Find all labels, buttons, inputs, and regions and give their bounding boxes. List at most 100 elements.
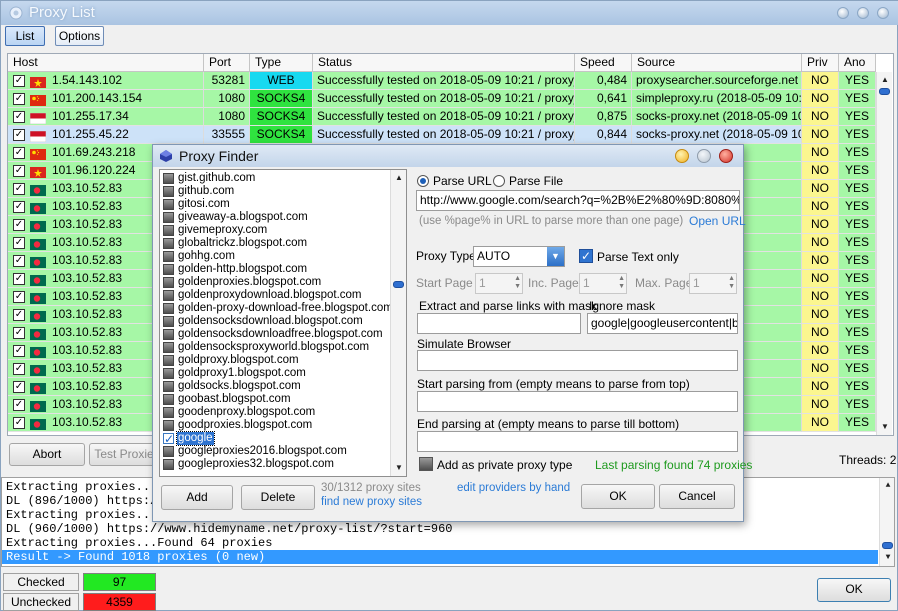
provider-checkbox[interactable] xyxy=(163,264,174,275)
provider-item[interactable]: goldproxy.blogspot.com xyxy=(160,354,392,367)
row-checkbox[interactable]: ✓ xyxy=(13,309,25,321)
tab-options[interactable]: Options xyxy=(55,26,104,46)
provider-item[interactable]: giveaway-a.blogspot.com xyxy=(160,211,392,224)
provider-item[interactable]: goldenproxydownload.blogspot.com xyxy=(160,289,392,302)
row-checkbox[interactable]: ✓ xyxy=(13,255,25,267)
row-checkbox[interactable]: ✓ xyxy=(13,291,25,303)
provider-checkbox[interactable] xyxy=(163,199,174,210)
column-speed[interactable]: Speed xyxy=(575,54,632,72)
spinner-arrows-icon[interactable]: ▲ ▼ xyxy=(618,275,625,291)
row-checkbox[interactable]: ✓ xyxy=(13,165,25,177)
provider-item[interactable]: googleproxies32.blogspot.com xyxy=(160,458,392,471)
row-checkbox[interactable]: ✓ xyxy=(13,381,25,393)
row-checkbox[interactable]: ✓ xyxy=(13,273,25,285)
host-cell[interactable]: ✓ 101.200.143.154 xyxy=(8,90,204,108)
column-type[interactable]: Type xyxy=(250,54,313,72)
provider-item[interactable]: globaltrickz.blogspot.com xyxy=(160,237,392,250)
url-input[interactable]: http://www.google.com/search?q=%2B%E2%80… xyxy=(416,190,740,211)
row-checkbox[interactable]: ✓ xyxy=(13,111,25,123)
provider-item[interactable]: golden-proxy-download-free.blogspot.com xyxy=(160,302,393,315)
provider-checkbox[interactable] xyxy=(163,303,174,314)
provider-checkbox[interactable] xyxy=(163,459,174,470)
simulate-browser-input[interactable] xyxy=(417,350,738,371)
provider-item[interactable]: googleproxies2016.blogspot.com xyxy=(160,445,392,458)
column-priv[interactable]: Priv xyxy=(802,54,839,72)
provider-item[interactable]: gitosi.com xyxy=(160,198,392,211)
provider-checkbox[interactable] xyxy=(163,342,174,353)
provider-checkbox[interactable] xyxy=(163,238,174,249)
private-proxy-label[interactable]: Add as private proxy type xyxy=(437,458,572,472)
maximize-icon[interactable] xyxy=(697,149,711,163)
scroll-down-arrow-icon[interactable]: ▼ xyxy=(877,419,893,435)
minimize-icon[interactable] xyxy=(675,149,689,163)
parse-file-label[interactable]: Parse File xyxy=(509,174,563,188)
provider-item[interactable]: goobast.blogspot.com xyxy=(160,393,392,406)
table-row[interactable]: ✓ 101.200.143.154 1080 SOCKS4 Successfully t… xyxy=(8,90,876,108)
column-status[interactable]: Status xyxy=(313,54,575,72)
row-checkbox[interactable]: ✓ xyxy=(13,183,25,195)
provider-scroll-up-icon[interactable]: ▲ xyxy=(391,170,406,186)
edit-providers-link[interactable]: edit providers by hand xyxy=(457,482,570,494)
host-cell[interactable]: ✓ 1.54.143.102 xyxy=(8,72,204,90)
minimize-button[interactable] xyxy=(837,7,849,19)
provider-item[interactable]: ✓ google xyxy=(160,431,392,446)
row-checkbox[interactable]: ✓ xyxy=(13,237,25,249)
main-ok-button[interactable]: OK xyxy=(817,578,891,602)
provider-checkbox[interactable] xyxy=(163,212,174,223)
provider-item[interactable]: goldensocksproxyworld.blogspot.com xyxy=(160,341,392,354)
end-parsing-input[interactable] xyxy=(417,431,738,452)
log-scroll-down-icon[interactable]: ▼ xyxy=(880,550,894,566)
provider-checkbox[interactable] xyxy=(163,186,174,197)
provider-item[interactable]: goldenproxies.blogspot.com xyxy=(160,276,392,289)
dialog-cancel-button[interactable]: Cancel xyxy=(659,484,735,509)
provider-checkbox[interactable] xyxy=(163,277,174,288)
provider-checkbox[interactable] xyxy=(163,446,174,457)
provider-item[interactable]: goodproxies.blogspot.com xyxy=(160,419,392,432)
spinner-arrows-icon[interactable]: ▲ ▼ xyxy=(514,275,521,291)
column-port[interactable]: Port xyxy=(204,54,250,72)
tab-list[interactable]: List xyxy=(5,26,45,46)
provider-item[interactable]: goldsocks.blogspot.com xyxy=(160,380,392,393)
provider-checkbox[interactable] xyxy=(163,368,174,379)
provider-checkbox[interactable] xyxy=(163,394,174,405)
parse-text-only-label[interactable]: Parse Text only xyxy=(597,250,679,264)
parse-url-label[interactable]: Parse URL xyxy=(433,174,492,188)
start-page-spinner[interactable]: 1 ▲ ▼ xyxy=(475,273,523,294)
row-checkbox[interactable]: ✓ xyxy=(13,363,25,375)
row-checkbox[interactable]: ✓ xyxy=(13,345,25,357)
row-checkbox[interactable]: ✓ xyxy=(13,129,25,141)
row-checkbox[interactable]: ✓ xyxy=(13,147,25,159)
spinner-arrows-icon[interactable]: ▲ ▼ xyxy=(728,275,735,291)
grid-scrollbar[interactable]: ▲ ▼ xyxy=(876,72,892,435)
log-scroll-up-icon[interactable]: ▲ xyxy=(880,478,894,494)
log-scroll-thumb[interactable] xyxy=(882,542,893,549)
column-host[interactable]: Host xyxy=(8,54,204,72)
provider-checkbox[interactable] xyxy=(163,355,174,366)
row-checkbox[interactable]: ✓ xyxy=(13,93,25,105)
provider-checkbox[interactable] xyxy=(163,251,174,262)
scroll-up-arrow-icon[interactable]: ▲ xyxy=(877,72,893,88)
row-checkbox[interactable]: ✓ xyxy=(13,75,25,87)
provider-item[interactable]: goldproxy1.blogspot.com xyxy=(160,367,392,380)
row-checkbox[interactable]: ✓ xyxy=(13,399,25,411)
log-scrollbar[interactable]: ▲ ▼ xyxy=(879,478,894,566)
close-icon[interactable] xyxy=(719,149,733,163)
provider-item[interactable]: goodenproxy.blogspot.com xyxy=(160,406,392,419)
chevron-down-icon[interactable]: ▼ xyxy=(547,247,564,266)
inc-page-spinner[interactable]: 1 ▲ ▼ xyxy=(579,273,627,294)
open-url-link[interactable]: Open URL xyxy=(689,214,746,228)
provider-checkbox[interactable] xyxy=(163,290,174,301)
provider-checkbox[interactable] xyxy=(163,225,174,236)
abort-button[interactable]: Abort xyxy=(9,443,85,466)
provider-item[interactable]: gist.github.com xyxy=(160,172,392,185)
close-button[interactable] xyxy=(877,7,889,19)
table-row[interactable]: ✓ 1.54.143.102 53281 WEB Successfully tested… xyxy=(8,72,876,90)
provider-checkbox[interactable] xyxy=(163,316,174,327)
row-checkbox[interactable]: ✓ xyxy=(13,417,25,429)
provider-scrollbar[interactable]: ▲ ▼ xyxy=(390,170,406,476)
provider-scroll-thumb[interactable] xyxy=(393,281,404,288)
proxy-type-select[interactable]: AUTO ▼ xyxy=(473,246,565,267)
provider-checkbox[interactable] xyxy=(163,420,174,431)
parse-text-only-checkbox[interactable]: ✓ xyxy=(579,249,593,263)
delete-provider-button[interactable]: Delete xyxy=(241,485,315,510)
